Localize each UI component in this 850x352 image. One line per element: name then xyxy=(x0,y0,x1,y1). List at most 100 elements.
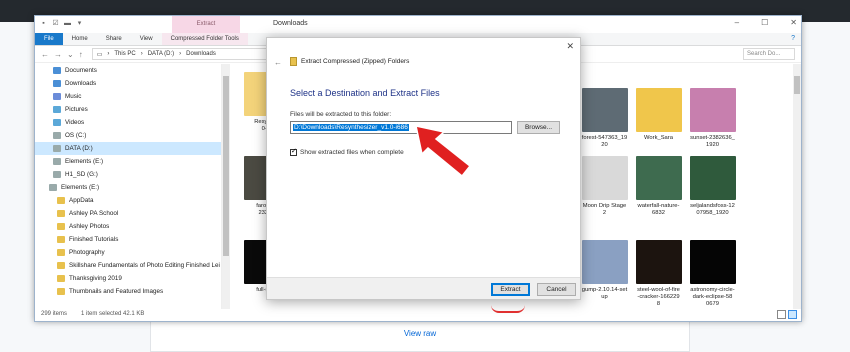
file-tile[interactable]: forest-547363_19 20 xyxy=(577,88,632,149)
sidebar-item-label: Photography xyxy=(69,249,105,256)
sidebar-item[interactable]: Pictures xyxy=(35,103,221,116)
sidebar-item-label: Skillshare Fundamentals of Photo Editing… xyxy=(69,262,220,269)
file-thumbnail xyxy=(689,240,736,284)
sidebar-item[interactable]: Elements (E:) xyxy=(35,155,221,168)
document-icon xyxy=(53,67,61,74)
show-files-checkbox-row[interactable]: Show extracted files when complete xyxy=(290,147,404,156)
sidebar-item[interactable]: Music xyxy=(35,90,221,103)
sidebar-item[interactable]: Thanksgiving 2019 xyxy=(35,272,221,285)
view-raw-link[interactable]: View raw xyxy=(151,329,689,338)
tab-home[interactable]: Home xyxy=(63,33,97,45)
file-tile[interactable]: seljalandsfoss-12 07958_1920 xyxy=(685,156,740,217)
dialog-title: Select a Destination and Extract Files xyxy=(290,88,440,98)
zip-folder-icon xyxy=(290,57,297,66)
breadcrumb-data-drive[interactable]: DATA (D:) xyxy=(148,51,174,57)
sidebar-item-label: Thanksgiving 2019 xyxy=(69,275,122,282)
music-icon xyxy=(53,93,61,100)
window-title: Downloads xyxy=(273,20,308,27)
file-tile[interactable]: astronomy-circle- dark-eclipse-58 0679 xyxy=(685,240,740,308)
sidebar-item[interactable]: DATA (D:) xyxy=(35,142,221,155)
file-label: steel-wool-of-fire -cracker-166229 8 xyxy=(637,287,680,307)
content-scrollbar-thumb[interactable] xyxy=(794,76,800,94)
sidebar-item-label: Documents xyxy=(65,67,97,74)
sidebar-item[interactable]: Documents xyxy=(35,64,221,77)
large-icons-view-icon[interactable] xyxy=(788,310,797,319)
minimize-icon[interactable]: – xyxy=(735,18,739,27)
maximize-icon[interactable]: ☐ xyxy=(761,18,768,27)
help-icon[interactable]: ? xyxy=(791,35,795,42)
back-icon[interactable]: ← xyxy=(41,50,49,59)
breadcrumb-downloads[interactable]: Downloads xyxy=(186,51,216,57)
file-label: gump-2.10.14-set up xyxy=(581,287,628,300)
sidebar-item[interactable]: Videos xyxy=(35,116,221,129)
dropdown-icon[interactable]: ▾ xyxy=(75,19,84,28)
sidebar-item-label: Videos xyxy=(65,119,85,126)
sidebar-item[interactable]: AppData xyxy=(35,194,221,207)
tab-file[interactable]: File xyxy=(35,33,63,45)
nav-scrollbar-thumb[interactable] xyxy=(223,76,229,256)
sidebar-item-label: Ashley PA School xyxy=(69,210,119,217)
extract-context-tab[interactable]: Extract xyxy=(172,16,240,33)
annotation-circle xyxy=(491,305,525,313)
file-thumbnail xyxy=(635,88,682,132)
sidebar-item[interactable]: Downloads xyxy=(35,77,221,90)
save-icon[interactable]: ▪ xyxy=(39,19,48,28)
back-arrow-icon[interactable]: ← xyxy=(274,58,282,67)
sidebar-item[interactable]: H1_SD (G:) xyxy=(35,168,221,181)
file-label: Work_Sara xyxy=(644,135,673,141)
content-scrollbar[interactable] xyxy=(793,64,801,309)
sidebar-item-label: AppData xyxy=(69,197,94,204)
show-files-checkbox[interactable] xyxy=(290,147,297,156)
breadcrumb-this-pc[interactable]: This PC xyxy=(114,51,135,57)
sidebar-item[interactable]: Finished Tutorials xyxy=(35,233,221,246)
sidebar-item[interactable]: Ashley PA School xyxy=(35,207,221,220)
close-icon[interactable]: ✕ xyxy=(790,18,797,27)
window-controls: – ☐ ✕ xyxy=(735,18,797,27)
item-count: 299 items xyxy=(41,311,68,317)
details-view-icon[interactable] xyxy=(777,310,786,319)
recent-icon[interactable]: ⌄ xyxy=(67,50,74,59)
extract-button[interactable]: Extract xyxy=(491,283,530,296)
sidebar-item[interactable]: Skillshare Fundamentals of Photo Editing… xyxy=(35,259,221,272)
file-tile[interactable]: Moon Drip Stage 2 xyxy=(577,156,632,217)
cancel-button[interactable]: Cancel xyxy=(537,283,576,296)
sidebar-item[interactable]: Photography xyxy=(35,246,221,259)
file-thumbnail xyxy=(635,240,682,284)
folder-icon xyxy=(57,288,65,295)
file-tile[interactable]: sunset-2382636_ 1920 xyxy=(685,88,740,149)
tab-view[interactable]: View xyxy=(131,33,162,45)
close-icon[interactable]: ✕ xyxy=(566,41,574,52)
search-input[interactable]: Search Do... xyxy=(743,48,795,60)
file-tile[interactable]: gump-2.10.14-set up xyxy=(577,240,632,301)
forward-icon[interactable]: → xyxy=(54,50,62,59)
file-tile[interactable]: steel-wool-of-fire -cracker-166229 8 xyxy=(631,240,686,308)
sidebar-item-label: Thumbnails and Featured Images xyxy=(69,288,164,295)
folder-icon xyxy=(57,249,65,256)
sidebar-item[interactable]: Thumbnails and Featured Images xyxy=(35,285,221,298)
destination-label: Files will be extracted to this folder: xyxy=(290,111,392,118)
file-label: sunset-2382636_ 1920 xyxy=(690,135,735,148)
selection-info: 1 item selected 42.1 KB xyxy=(81,311,145,317)
checkbox-icon[interactable]: ☑ xyxy=(51,19,60,28)
destination-path-input[interactable]: D:\Downloads\Resynthesizer_v1.0-i686 xyxy=(290,121,512,134)
sidebar-item-label: Ashley Photos xyxy=(69,223,110,230)
tab-compressed-folder-tools[interactable]: Compressed Folder Tools xyxy=(161,33,248,45)
file-tile[interactable]: waterfall-nature- 6832 xyxy=(631,156,686,217)
sidebar-item[interactable]: OS (C:) xyxy=(35,129,221,142)
show-files-label: Show extracted files when complete xyxy=(300,149,404,156)
browse-button[interactable]: Browse... xyxy=(517,121,560,134)
file-tile[interactable]: Work_Sara xyxy=(631,88,686,142)
tab-share[interactable]: Share xyxy=(97,33,131,45)
view-toggle xyxy=(777,310,797,319)
sidebar-item[interactable]: Ashley Photos xyxy=(35,220,221,233)
up-icon[interactable]: ↑ xyxy=(79,50,83,59)
folder-icon[interactable]: ▬ xyxy=(63,19,72,28)
file-label: seljalandsfoss-12 07958_1920 xyxy=(690,203,735,216)
file-label: forest-547363_19 20 xyxy=(581,135,628,148)
sidebar-item-label: DATA (D:) xyxy=(65,145,93,152)
sidebar-item[interactable]: Elements (E:) xyxy=(35,181,221,194)
pictures-icon xyxy=(53,106,61,113)
pc-icon: ▭ xyxy=(96,51,103,58)
quick-access-toolbar: ▪ ☑ ▬ ▾ xyxy=(39,19,84,28)
file-label: astronomy-circle- dark-eclipse-58 0679 xyxy=(690,287,735,307)
